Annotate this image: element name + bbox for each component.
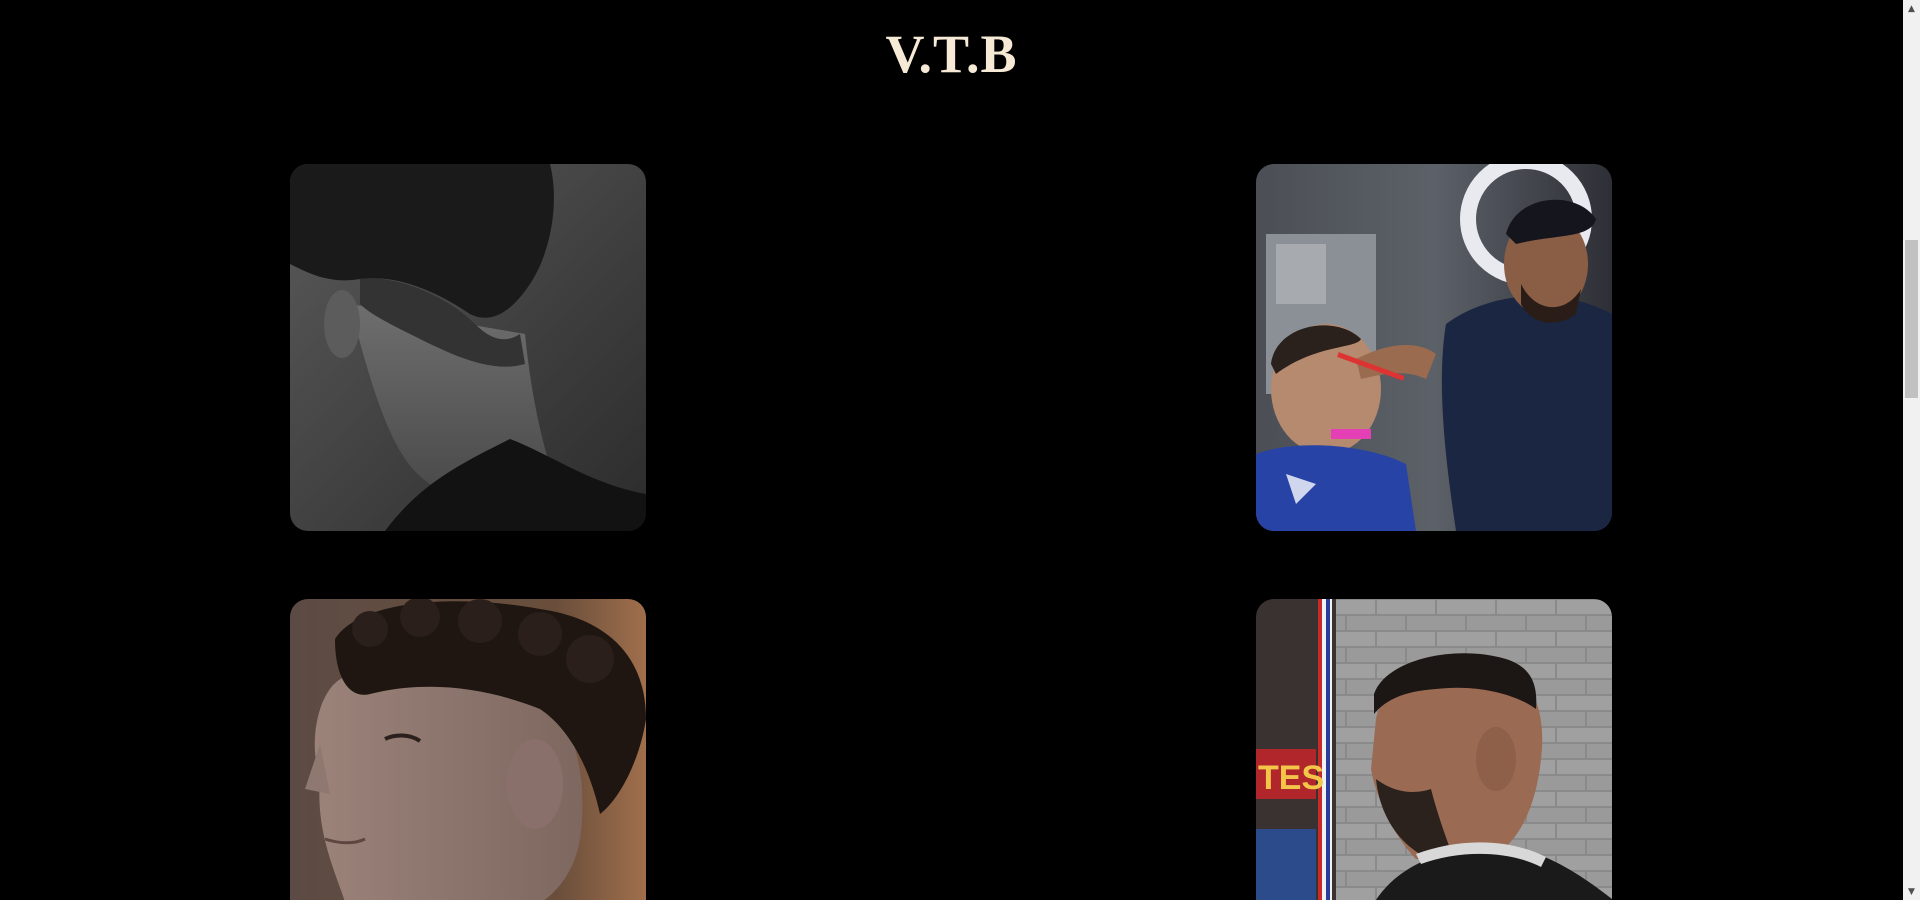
combover-fade-image: TES (1256, 599, 1612, 900)
scroll-down-arrow-icon[interactable]: ▼ (1903, 883, 1920, 900)
gallery-photo-combover-fade[interactable]: TES (1256, 599, 1612, 900)
gallery-photo-curly-fade[interactable] (290, 599, 646, 900)
scroll-thumb[interactable] (1905, 240, 1918, 398)
gallery-photo-taper-back[interactable] (290, 164, 646, 531)
gallery-photo-barber-at-work[interactable] (1256, 164, 1612, 531)
scroll-up-arrow-icon[interactable]: ▲ (1903, 0, 1920, 17)
brand-logo[interactable]: V.T.B (0, 18, 1903, 90)
barber-at-work-image (1256, 164, 1612, 531)
page: V.T.B TES ▲ ▼ (0, 0, 1920, 900)
taper-back-image (290, 164, 646, 531)
vertical-scrollbar[interactable]: ▲ ▼ (1903, 0, 1920, 900)
sign-text-fragment: TES (1258, 759, 1324, 797)
curly-fade-image (290, 599, 646, 900)
